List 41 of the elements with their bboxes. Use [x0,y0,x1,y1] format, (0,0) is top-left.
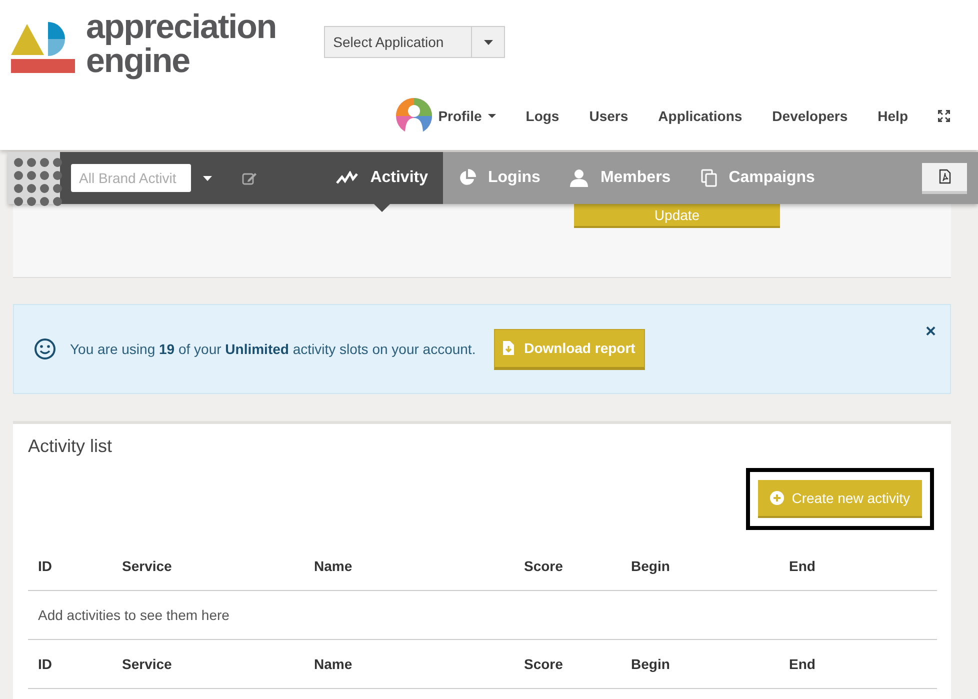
pdf-file-icon [938,169,950,184]
line-chart-icon [336,171,358,185]
application-select[interactable]: Select Application [324,26,506,58]
column-header: End [789,558,816,574]
file-download-icon [503,341,514,355]
alert-message: You are using 19 of your Unlimited activity slots on your account. [70,341,476,357]
column-header: Name [314,558,354,574]
pdf-export-button[interactable] [922,162,967,194]
avatar-icon [396,98,432,134]
section-title: Activity list [28,436,114,457]
nav-link[interactable]: Help [878,108,908,124]
column-header: Service [122,558,173,574]
close-button[interactable]: × [925,321,936,342]
logo-icon [10,19,76,73]
column-header: ID [38,656,53,672]
person-icon [570,169,588,187]
logo-wordmark: appreciation engine [86,10,276,78]
column-header: Begin [631,558,671,574]
column-header: Name [314,656,354,672]
edit-icon[interactable] [242,172,257,184]
profile-menu[interactable]: Profile [396,98,496,134]
brand-thumbnail[interactable] [8,152,60,204]
caret-icon[interactable] [203,176,212,180]
nav-link[interactable]: Logs [526,108,560,124]
column-header: Score [524,558,564,574]
column-header: Begin [631,656,671,672]
nav-link[interactable]: Developers [772,108,848,124]
column-header: Score [524,656,564,672]
nav-link[interactable]: Users [589,108,628,124]
copy-icon [700,169,717,187]
column-header: Service [122,656,173,672]
caret-icon [488,114,496,118]
caret-icon [484,40,493,44]
plus-circle-icon [770,491,784,505]
column-header: End [789,656,816,672]
smiley-icon [34,338,56,360]
column-header: ID [38,558,53,574]
empty-message: Add activities to see them here [38,607,230,623]
nav-link[interactable]: Applications [658,108,742,124]
pie-chart-icon [458,169,476,187]
fullscreen-icon[interactable] [938,110,950,122]
